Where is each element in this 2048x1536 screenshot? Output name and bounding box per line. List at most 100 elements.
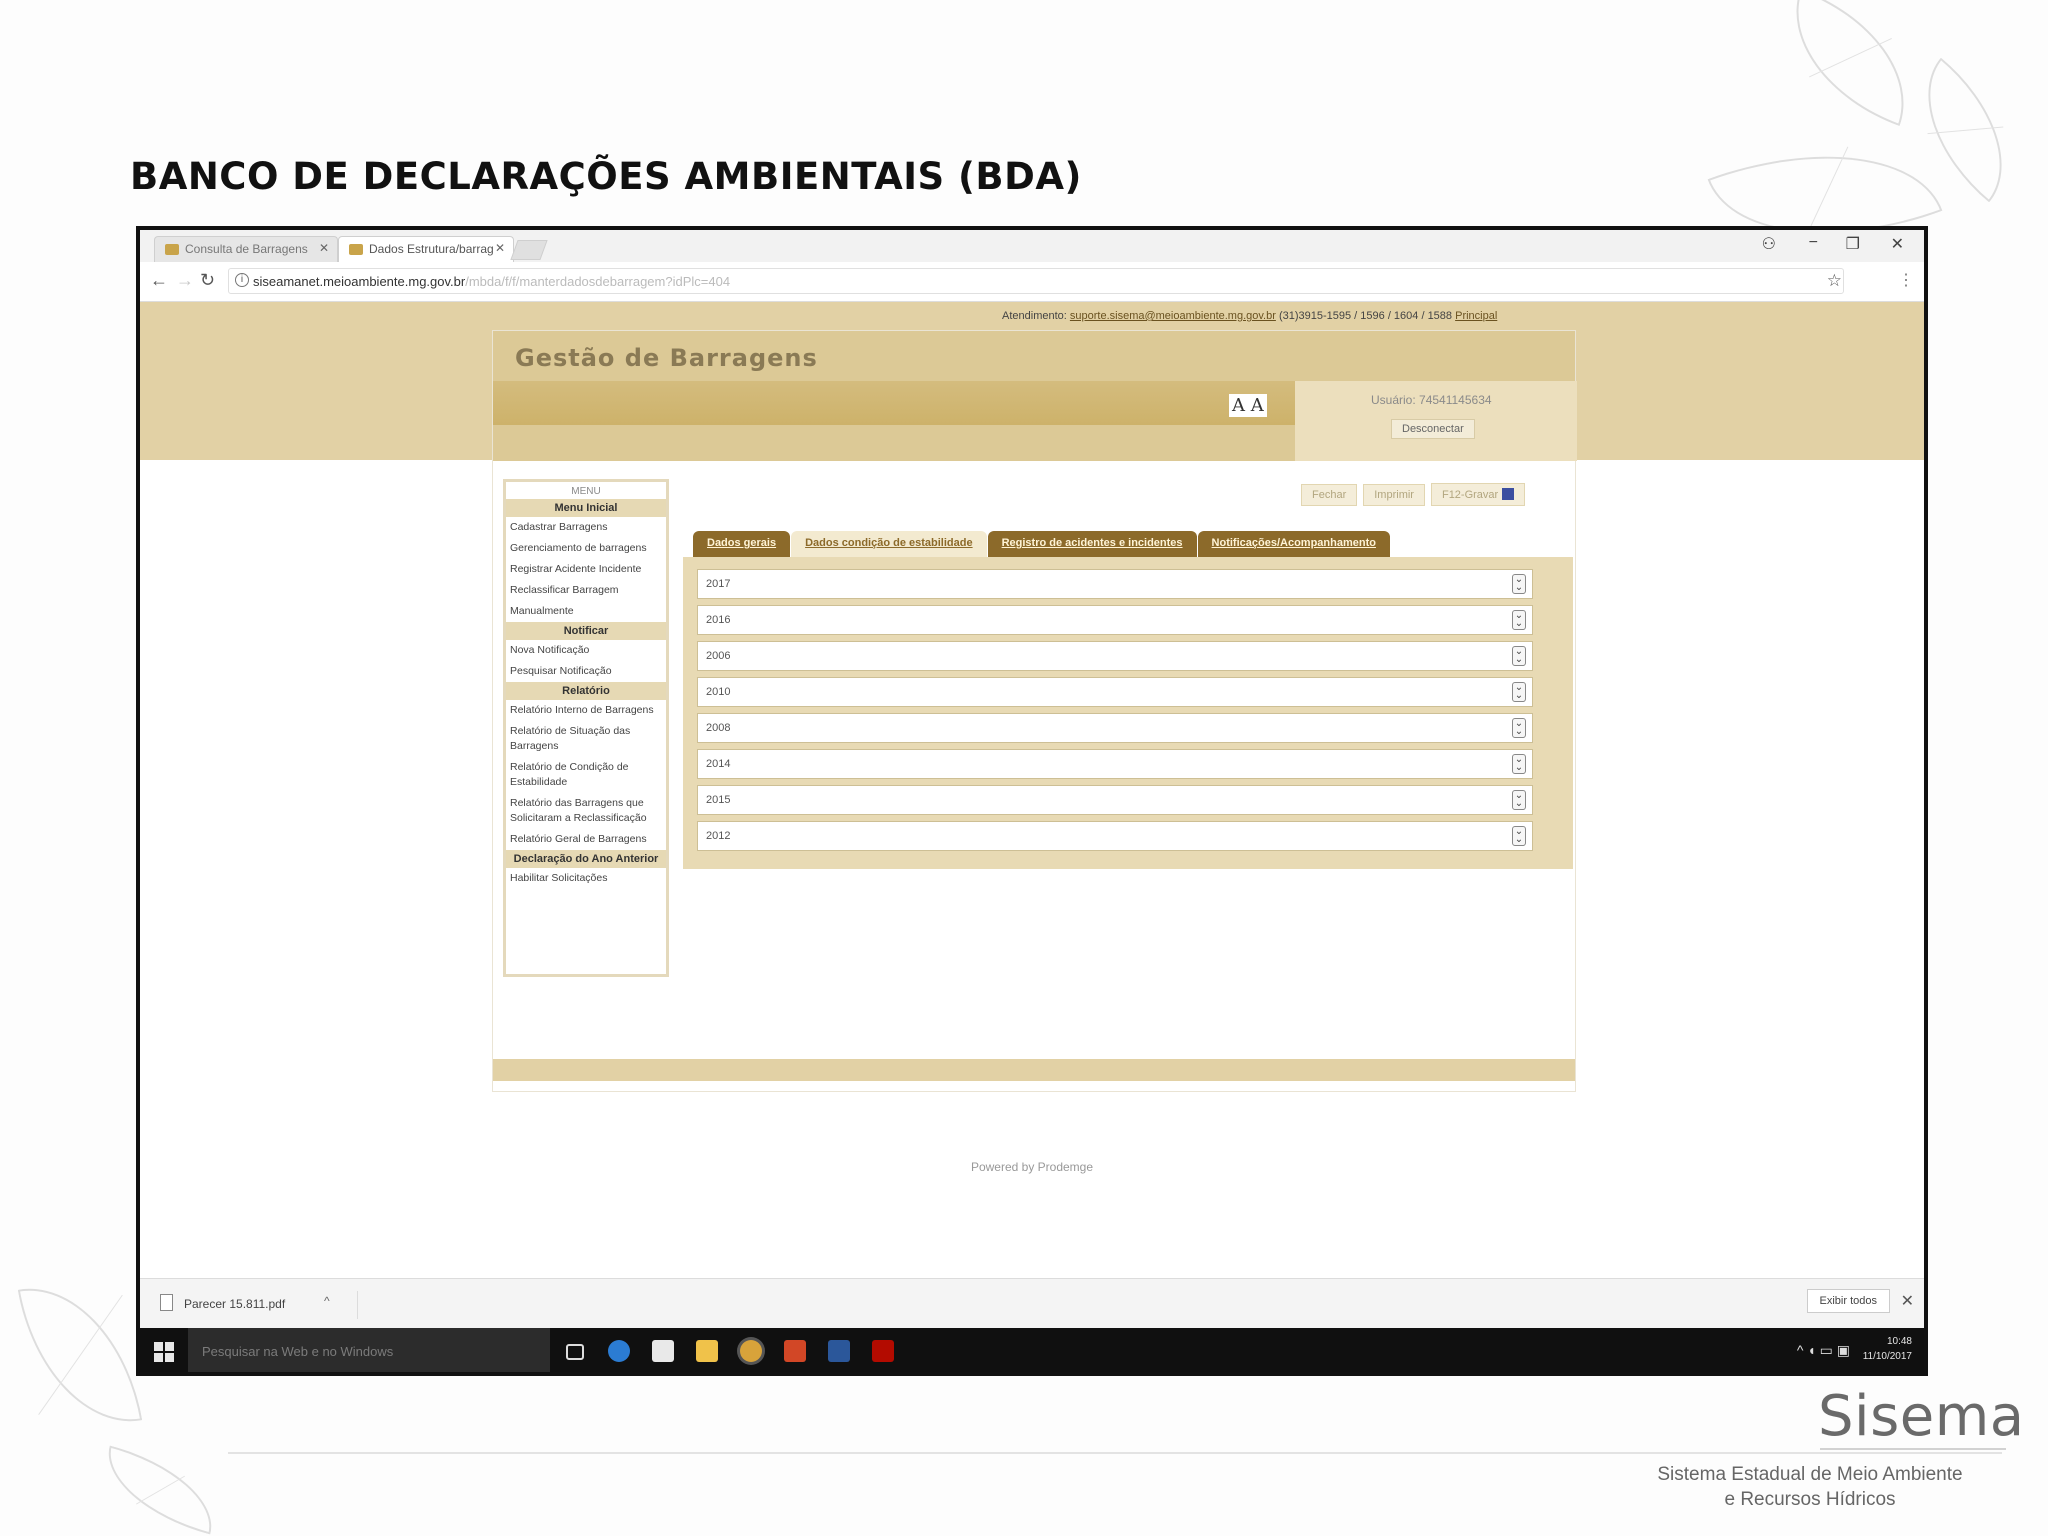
year-row[interactable]: 2016 ⌄ ⌄ [697, 605, 1533, 635]
web-page: Atendimento: suporte.sisema@meioambiente… [140, 302, 1924, 1322]
back-arrow-icon[interactable]: ← [150, 270, 168, 291]
url-input[interactable]: i siseamanet.meioambiente.mg.gov.br/mbda… [228, 268, 1844, 294]
year-label: 2010 [706, 686, 731, 698]
expand-icon[interactable]: ⌄ ⌄ [1512, 682, 1526, 702]
forward-arrow-icon[interactable]: → [176, 270, 194, 291]
gravar-button[interactable]: F12-Gravar [1430, 483, 1526, 506]
chrome-icon[interactable] [740, 1340, 762, 1362]
imprimir-button[interactable]: Imprimir [1363, 484, 1425, 506]
year-row[interactable]: 2014 ⌄ ⌄ [697, 749, 1533, 779]
app-title: Gestão de Barragens [515, 344, 818, 372]
slide: BANCO DE DECLARAÇÕES AMBIENTAIS (BDA) Co… [0, 0, 2048, 1536]
taskbar-search-input[interactable]: Pesquisar na Web e no Windows [188, 1328, 550, 1372]
store-icon[interactable] [652, 1340, 674, 1362]
leaf-decoration [94, 1445, 226, 1535]
menu-item-reclassificar[interactable]: Reclassificar Barragem [506, 580, 666, 601]
menu-caption: MENU [571, 486, 601, 497]
menu-item-nova-notificacao[interactable]: Nova Notificação [506, 640, 666, 661]
browser-tab[interactable]: Consulta de Barragens ✕ [154, 236, 338, 262]
word-icon[interactable] [828, 1340, 850, 1362]
tab-notificacoes[interactable]: Notificações/Acompanhamento [1197, 531, 1390, 557]
close-tab-icon[interactable]: ✕ [495, 241, 505, 255]
new-tab-button[interactable] [510, 240, 548, 260]
tab-label: Consulta de Barragens [185, 242, 308, 256]
disconnect-button[interactable]: Desconectar [1391, 419, 1475, 439]
browser-tab[interactable]: Dados Estrutura/barrag ✕ [338, 236, 514, 262]
download-item[interactable]: Parecer 15.811.pdf ^ [154, 1291, 358, 1319]
year-row[interactable]: 2017 ⌄ ⌄ [697, 569, 1533, 599]
app-container: Gestão de Barragens A A Usuário: 7454114… [492, 330, 1577, 1092]
logo-underline [1820, 1448, 2006, 1450]
edge-icon[interactable] [608, 1340, 630, 1362]
menu-item-relatorio-geral[interactable]: Relatório Geral de Barragens [506, 829, 666, 850]
year-row[interactable]: 2008 ⌄ ⌄ [697, 713, 1533, 743]
app-header: Gestão de Barragens A A Usuário: 7454114… [493, 331, 1577, 461]
side-menu: MENU Menu Inicial Cadastrar Barragens Ge… [503, 479, 669, 977]
menu-section-title: Relatório [506, 682, 666, 700]
expand-icon[interactable]: ⌄ ⌄ [1512, 790, 1526, 810]
leaf-decoration [17, 1272, 143, 1438]
close-window-icon[interactable]: ✕ [1891, 234, 1904, 254]
support-info: Atendimento: suporte.sisema@meioambiente… [1002, 310, 1498, 322]
expand-icon[interactable]: ⌄ ⌄ [1512, 646, 1526, 666]
tab-label: Dados Estrutura/barrag [369, 242, 494, 256]
year-label: 2015 [706, 794, 731, 806]
bookmark-star-icon[interactable]: ☆ [1827, 271, 1842, 291]
show-all-button[interactable]: Exibir todos [1806, 1289, 1890, 1313]
tab-dados-gerais[interactable]: Dados gerais [693, 531, 791, 557]
menu-item-gerenciamento[interactable]: Gerenciamento de barragens [506, 538, 666, 559]
support-email-link[interactable]: suporte.sisema@meioambiente.mg.gov.br [1070, 310, 1276, 322]
menu-item-habilitar[interactable]: Habilitar Solicitações [506, 868, 666, 889]
year-row[interactable]: 2006 ⌄ ⌄ [697, 641, 1533, 671]
powered-by: Powered by Prodemge [970, 1160, 1094, 1174]
task-view-icon[interactable] [566, 1344, 584, 1360]
profile-icon[interactable]: ⚇ [1762, 234, 1776, 254]
file-explorer-icon[interactable] [696, 1340, 718, 1362]
powerpoint-icon[interactable] [784, 1340, 806, 1362]
year-label: 2006 [706, 650, 731, 662]
menu-item-relatorio-situacao[interactable]: Relatório de Situação das Barragens [506, 721, 666, 757]
reload-icon[interactable]: ↻ [200, 270, 215, 291]
windows-start-icon[interactable] [154, 1342, 174, 1362]
taskbar-clock[interactable]: 10:48 11/10/2017 [1863, 1334, 1912, 1364]
font-size-buttons[interactable]: A A [1229, 394, 1267, 417]
expand-icon[interactable]: ⌄ ⌄ [1512, 826, 1526, 846]
year-row[interactable]: 2015 ⌄ ⌄ [697, 785, 1533, 815]
acrobat-icon[interactable] [872, 1340, 894, 1362]
menu-section-title: Declaração do Ano Anterior [506, 850, 666, 868]
menu-item-pesquisar-notificacao[interactable]: Pesquisar Notificação [506, 661, 666, 682]
tab-acidentes-incidentes[interactable]: Registro de acidentes e incidentes [987, 531, 1197, 557]
year-row[interactable]: 2012 ⌄ ⌄ [697, 821, 1533, 851]
stability-panel: 2017 ⌄ ⌄ 2016 ⌄ ⌄ 2006 ⌄ ⌄ 2010 ⌄ ⌄ 2008 ⌄ ⌄ 2014 ⌄… [683, 557, 1573, 869]
system-tray[interactable]: ^ ◖ ▭ ▣ [1797, 1342, 1850, 1359]
year-row[interactable]: 2010 ⌄ ⌄ [697, 677, 1533, 707]
browser-screenshot: Consulta de Barragens ✕ Dados Estrutura/… [136, 226, 1928, 1376]
tab-condicao-estabilidade[interactable]: Dados condição de estabilidade [791, 531, 987, 557]
minimize-icon[interactable]: − [1809, 234, 1818, 252]
menu-kebab-icon[interactable]: ⋮ [1898, 270, 1914, 290]
expand-icon[interactable]: ⌄ ⌄ [1512, 574, 1526, 594]
close-downloads-icon[interactable]: ✕ [1901, 1291, 1914, 1311]
close-tab-icon[interactable]: ✕ [319, 241, 329, 255]
restore-icon[interactable]: ❐ [1846, 234, 1860, 254]
menu-item-cadastrar[interactable]: Cadastrar Barragens [506, 517, 666, 538]
fechar-button[interactable]: Fechar [1301, 484, 1358, 506]
menu-item-manualmente[interactable]: Manualmente [506, 601, 666, 622]
menu-item-relatorio-interno[interactable]: Relatório Interno de Barragens [506, 700, 666, 721]
chevron-up-icon[interactable]: ^ [324, 1294, 330, 1308]
downloads-bar: Parecer 15.811.pdf ^ Exibir todos ✕ [140, 1278, 1924, 1328]
expand-icon[interactable]: ⌄ ⌄ [1512, 610, 1526, 630]
menu-item-relatorio-reclassificacao[interactable]: Relatório das Barragens que Solicitaram … [506, 793, 666, 829]
principal-link[interactable]: Principal [1455, 310, 1497, 322]
user-id: Usuário: 74541145634 [1371, 393, 1492, 407]
menu-item-registrar[interactable]: Registrar Acidente Incidente [506, 559, 666, 580]
favicon-icon [349, 244, 363, 255]
expand-icon[interactable]: ⌄ ⌄ [1512, 754, 1526, 774]
info-icon[interactable]: i [235, 273, 249, 287]
year-label: 2017 [706, 578, 731, 590]
expand-icon[interactable]: ⌄ ⌄ [1512, 718, 1526, 738]
menu-item-relatorio-condicao[interactable]: Relatório de Condição de Estabilidade [506, 757, 666, 793]
address-bar: ← → ↻ i siseamanet.meioambiente.mg.gov.b… [140, 262, 1924, 302]
user-panel: Usuário: 74541145634 Desconectar [1295, 381, 1577, 461]
file-icon [160, 1294, 173, 1311]
